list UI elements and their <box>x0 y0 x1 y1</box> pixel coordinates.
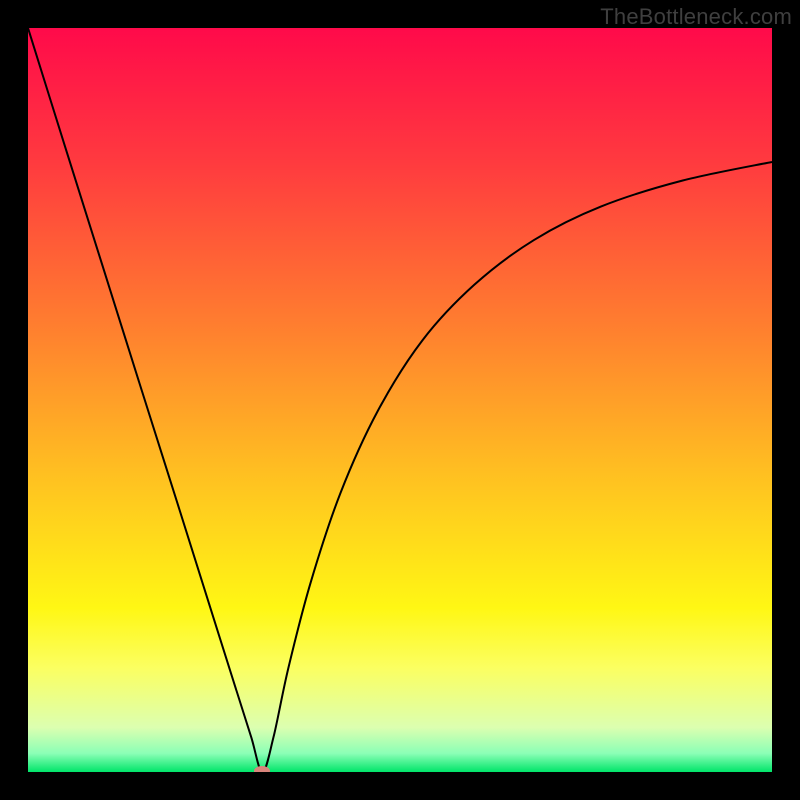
bottleneck-curve <box>28 28 772 772</box>
optimal-point-marker <box>254 766 270 772</box>
chart-frame <box>28 28 772 772</box>
plot-area <box>28 28 772 772</box>
watermark-text: TheBottleneck.com <box>600 4 792 30</box>
